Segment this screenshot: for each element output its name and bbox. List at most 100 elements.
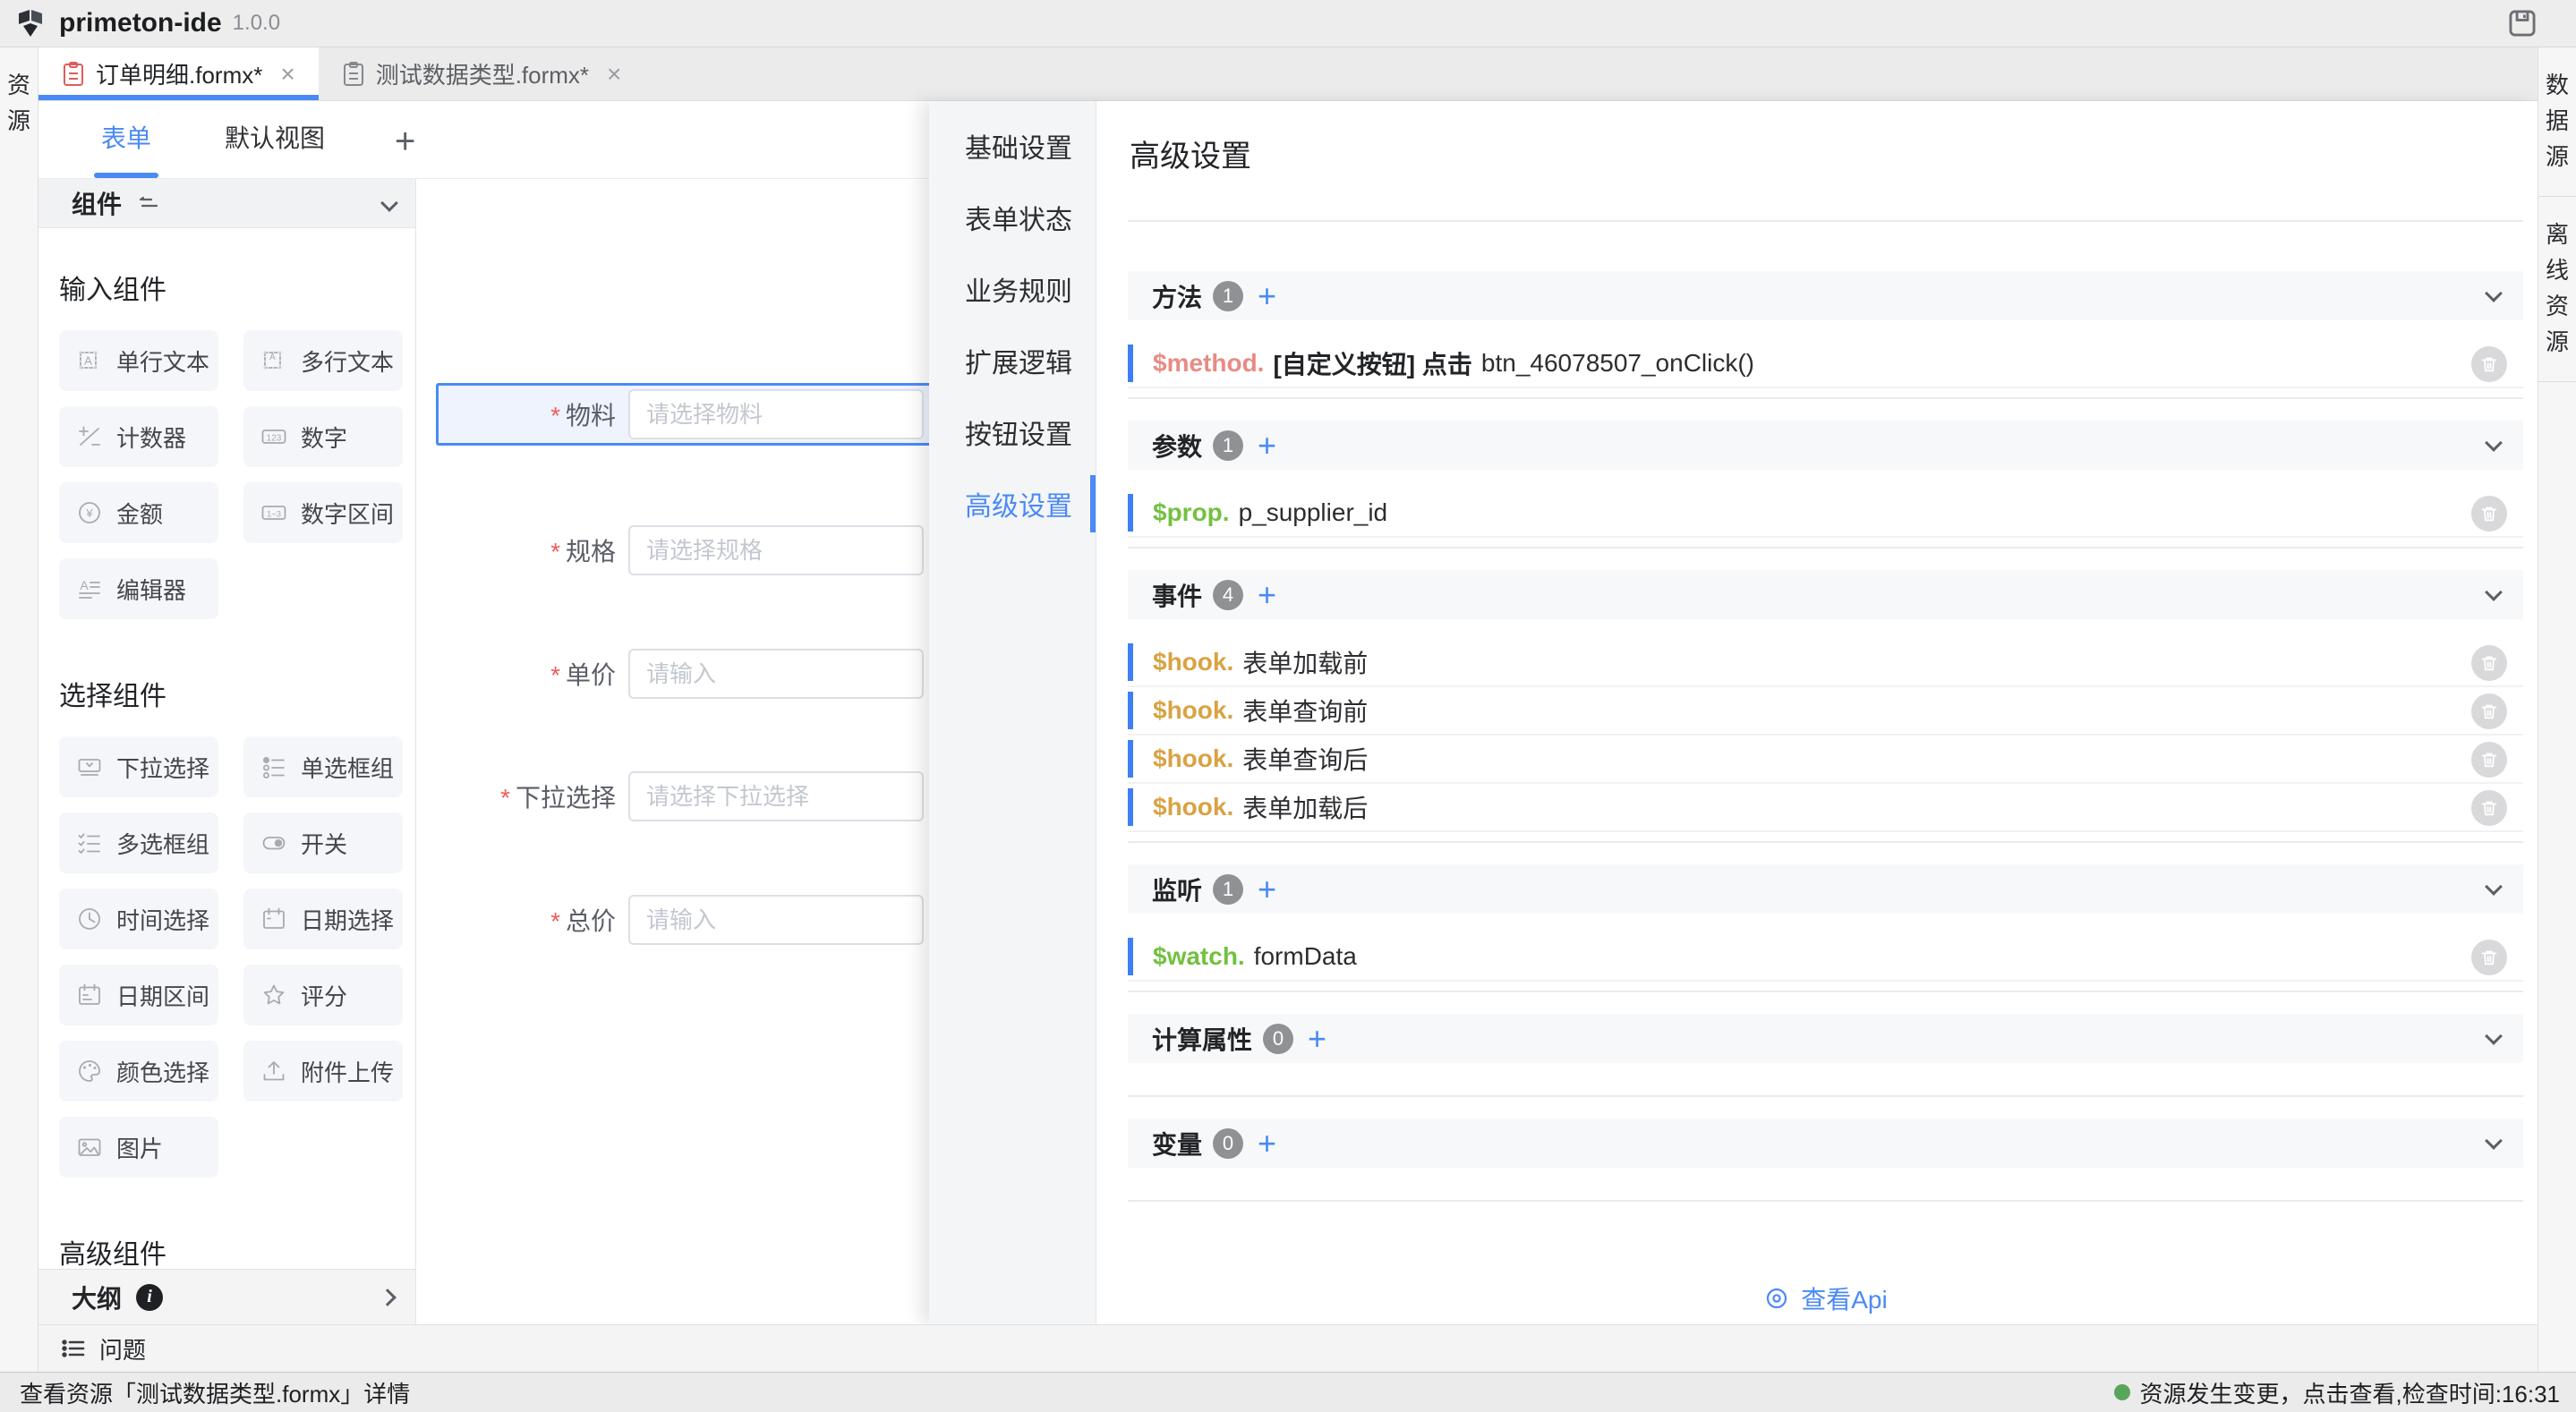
component-tile[interactable]: 日期区间 [59,965,218,1025]
component-tile[interactable]: 时间选择 [59,889,218,949]
add-item-button[interactable]: + [1258,280,1276,312]
component-tile[interactable]: 评分 [243,965,403,1025]
component-tile-label: 开关 [301,827,347,860]
component-tile[interactable]: A多行文本 [243,330,403,391]
settings-menu-item-0[interactable]: 基础设置 [929,110,1096,182]
rail-tab-resources[interactable]: 资源 [0,47,38,160]
settings-menu-item-2[interactable]: 业务规则 [929,253,1096,325]
editor-tab-0[interactable]: 订单明细.formx*× [38,47,319,100]
problems-bar[interactable]: 问题 [38,1324,2538,1372]
settings-section-header[interactable]: 参数1+ [1128,421,2523,470]
form-field-row[interactable]: *规格 [416,525,924,575]
chevron-down-icon[interactable] [2485,1027,2503,1045]
settings-item-row[interactable]: $watch.formData [1128,933,2523,982]
component-tile-label: 计数器 [116,421,186,454]
info-icon[interactable]: i [136,1284,163,1311]
status-right-text[interactable]: 资源发生变更，点击查看,检查时间:16:31 [2114,1376,2560,1409]
close-tab-icon[interactable]: × [280,60,294,89]
component-tile[interactable]: 日期选择 [243,889,403,949]
save-icon[interactable] [2504,5,2540,41]
settings-item-row[interactable]: $hook.表单查询前 [1128,687,2523,736]
settings-menu-item-1[interactable]: 表单状态 [929,182,1096,253]
settings-drawer: 基础设置表单状态业务规则扩展逻辑按钮设置高级设置 高级设置 方法1+$metho… [929,101,2538,1324]
component-tile[interactable]: 图片 [59,1117,218,1178]
component-tile[interactable]: 颜色选择 [59,1041,218,1102]
view-api-link[interactable]: 查看Api [1128,1280,2523,1316]
delete-item-icon[interactable] [2471,496,2507,532]
outline-expand-chevron-icon[interactable] [379,1289,397,1306]
form-field-row[interactable]: *下拉选择 [416,771,924,821]
item-text: 表单加载前 [1242,644,1368,680]
view-api-icon [1763,1285,1790,1312]
rail-tab-data-source[interactable]: 数据源 [2538,47,2576,197]
field-input[interactable] [628,895,924,945]
settings-item-row[interactable]: $hook.表单加载前 [1128,639,2523,687]
component-tile[interactable]: 多选框组 [59,812,218,873]
settings-section-header[interactable]: 变量0+ [1128,1119,2523,1168]
delete-item-icon[interactable] [2471,742,2507,778]
form-field-row[interactable]: *单价 [416,649,924,699]
view-toolbar: 表单 默认视图 + [38,101,929,179]
settings-item-row[interactable]: $hook.表单加载后 [1128,784,2523,832]
checkbox-group-icon [75,829,104,857]
outline-label: 大纲 [72,1280,122,1315]
delete-item-icon[interactable] [2471,693,2507,729]
editor-tab-1[interactable]: 测试数据类型.formx*× [319,47,645,100]
form-field-row[interactable]: *物料 [416,389,924,439]
multi-line-text-icon: A [260,346,288,375]
settings-section-header[interactable]: 监听1+ [1128,864,2523,914]
field-input[interactable] [628,389,924,439]
rail-tab-offline-resource[interactable]: 离线资源 [2538,197,2576,382]
component-tile[interactable]: 开关 [243,812,403,873]
add-item-button[interactable]: + [1258,430,1276,462]
close-tab-icon[interactable]: × [607,60,621,89]
settings-item-row[interactable]: $hook.表单查询后 [1128,736,2523,784]
add-item-button[interactable]: + [1308,1023,1326,1055]
count-badge: 1 [1213,430,1243,461]
field-input[interactable] [628,649,924,699]
component-tile[interactable]: A单行文本 [59,330,218,391]
component-tile[interactable]: 单选框组 [243,736,403,797]
field-input[interactable] [628,525,924,575]
outline-bar[interactable]: 大纲 i [38,1269,416,1324]
settings-section-header[interactable]: 计算属性0+ [1128,1014,2523,1063]
component-tile[interactable]: 1~3数字区间 [243,482,403,543]
component-tile[interactable]: 下拉选择 [59,736,218,797]
field-input[interactable] [628,771,924,821]
add-item-button[interactable]: + [1258,1127,1276,1160]
chevron-down-icon[interactable] [2485,1132,2503,1150]
component-tile[interactable]: ¥金额 [59,482,218,543]
required-asterisk: * [550,402,560,430]
settings-menu-item-3[interactable]: 扩展逻辑 [929,325,1096,396]
delete-item-icon[interactable] [2471,346,2507,382]
view-tab-form[interactable]: 表单 [98,119,155,178]
component-tile[interactable]: 计数器 [59,406,218,467]
delete-item-icon[interactable] [2471,940,2507,975]
component-tile-label: 颜色选择 [116,1055,209,1088]
chevron-down-icon[interactable] [2485,285,2503,302]
chevron-down-icon[interactable] [2485,434,2503,452]
settings-section-header[interactable]: 方法1+ [1128,271,2523,320]
view-tab-default-view[interactable]: 默认视图 [221,119,328,178]
chevron-down-icon[interactable] [2485,878,2503,896]
form-field-row[interactable]: *总价 [416,895,924,945]
delete-item-icon[interactable] [2471,645,2507,681]
component-tile[interactable]: A编辑器 [59,558,218,619]
component-tile[interactable]: 附件上传 [243,1041,403,1102]
settings-menu-item-4[interactable]: 按钮设置 [929,396,1096,468]
settings-section-header[interactable]: 事件4+ [1128,570,2523,619]
add-view-button[interactable]: + [395,122,415,178]
chevron-down-icon[interactable] [2485,583,2503,601]
component-tile[interactable]: 123数字 [243,406,403,467]
divider [1128,841,2523,843]
settings-menu-item-5[interactable]: 高级设置 [929,468,1096,540]
settings-item-row[interactable]: $prop.p_supplier_id [1128,489,2523,538]
add-item-button[interactable]: + [1258,579,1276,611]
counter-icon [75,422,104,451]
component-list-icon[interactable] [138,191,161,215]
collapse-panel-chevron-icon[interactable] [380,194,398,212]
add-item-button[interactable]: + [1258,873,1276,906]
settings-item-row[interactable]: $method.[自定义按钮] 点击btn_46078507_onClick() [1128,340,2523,388]
delete-item-icon[interactable] [2471,790,2507,826]
component-tile-label: 图片 [116,1131,163,1164]
